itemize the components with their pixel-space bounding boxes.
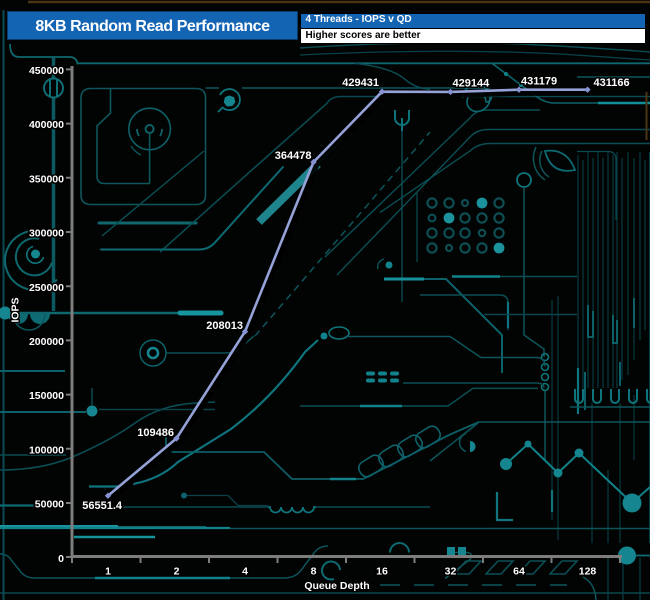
svg-text:431166: 431166 bbox=[594, 77, 630, 89]
svg-text:50000: 50000 bbox=[35, 499, 64, 511]
svg-text:400000: 400000 bbox=[29, 119, 64, 131]
svg-text:200000: 200000 bbox=[29, 336, 64, 348]
svg-text:IOPS: IOPS bbox=[10, 297, 22, 322]
svg-text:4: 4 bbox=[242, 566, 248, 578]
svg-text:Queue Depth: Queue Depth bbox=[304, 580, 369, 592]
svg-text:208013: 208013 bbox=[206, 320, 243, 332]
svg-text:100000: 100000 bbox=[29, 444, 64, 456]
svg-text:300000: 300000 bbox=[29, 228, 64, 240]
svg-text:429431: 429431 bbox=[342, 77, 379, 89]
svg-text:431179: 431179 bbox=[521, 76, 557, 88]
svg-text:1: 1 bbox=[105, 566, 111, 578]
svg-text:0: 0 bbox=[58, 553, 64, 565]
svg-text:64: 64 bbox=[513, 566, 525, 578]
svg-text:8: 8 bbox=[311, 566, 317, 578]
svg-text:450000: 450000 bbox=[29, 65, 64, 77]
svg-text:350000: 350000 bbox=[29, 173, 64, 185]
svg-text:32: 32 bbox=[445, 566, 457, 578]
svg-text:128: 128 bbox=[579, 566, 597, 578]
svg-text:250000: 250000 bbox=[29, 282, 64, 294]
svg-text:2: 2 bbox=[174, 566, 180, 578]
svg-text:16: 16 bbox=[376, 566, 388, 578]
svg-text:109486: 109486 bbox=[137, 427, 174, 439]
svg-text:429144: 429144 bbox=[453, 78, 491, 90]
svg-text:364478: 364478 bbox=[275, 150, 312, 162]
svg-text:150000: 150000 bbox=[29, 390, 64, 402]
svg-text:56551.4: 56551.4 bbox=[82, 500, 123, 512]
